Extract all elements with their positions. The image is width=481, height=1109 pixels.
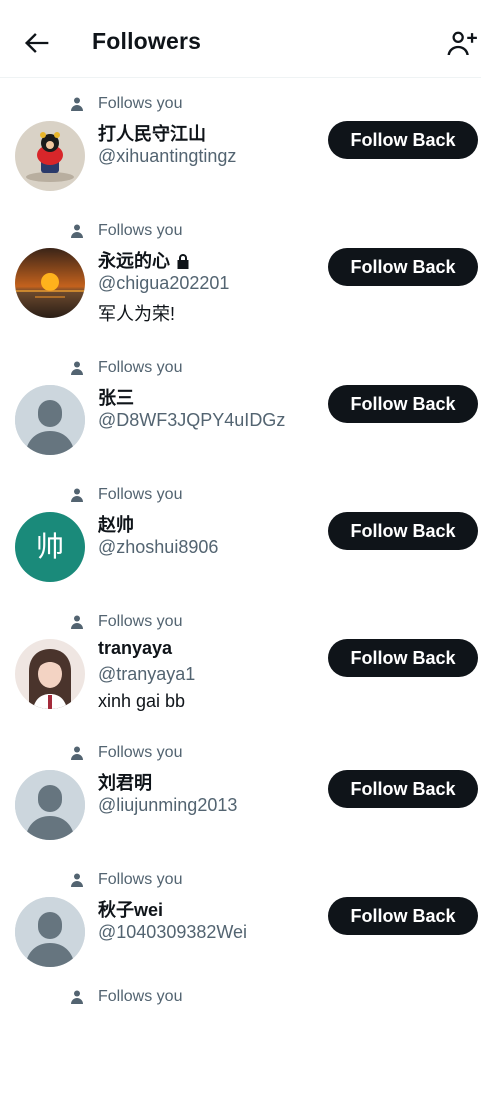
follows-you-label: Follows you	[98, 988, 183, 1005]
display-name[interactable]: 赵帅	[98, 511, 134, 537]
back-arrow-icon[interactable]	[20, 26, 54, 60]
handle: @zhoshui8906	[98, 537, 219, 557]
default-avatar[interactable]	[15, 897, 85, 967]
avatar[interactable]	[15, 639, 85, 709]
follow-back-button[interactable]: Follow Back	[328, 639, 478, 677]
handle: @liujunming2013	[98, 795, 238, 815]
followers-list: Follows you 打人民守江山 @xihuantingtingz Foll…	[0, 79, 481, 1109]
display-name[interactable]: 秋子wei	[98, 896, 163, 922]
follow-back-button[interactable]: Follow Back	[328, 512, 478, 550]
display-name[interactable]: tranyaya	[98, 638, 172, 659]
person-icon	[71, 224, 83, 238]
handle: @tranyaya1	[98, 664, 196, 684]
person-icon	[71, 746, 83, 760]
avatar[interactable]	[15, 121, 85, 191]
follower-row[interactable]: Follows you 刘君明 @liujunming2013 Follow B…	[0, 728, 481, 855]
handle: @1040309382Wei	[98, 922, 248, 942]
follows-you-label: Follows you	[98, 486, 183, 503]
follower-row[interactable]: Follows you 永远的心 @chigua202201 军人为荣! Fol…	[0, 206, 481, 343]
follower-row[interactable]: Follows you 秋子wei @1040309382Wei Follow …	[0, 855, 481, 982]
person-icon	[71, 361, 83, 375]
add-user-icon[interactable]	[444, 26, 478, 60]
follows-you-label: Follows you	[98, 613, 183, 630]
person-icon	[71, 488, 83, 502]
person-icon	[71, 873, 83, 887]
display-name[interactable]: 张三	[98, 384, 134, 410]
follows-you-label: Follows you	[98, 95, 183, 112]
handle: @D8WF3JQPY4uIDGz	[98, 410, 286, 430]
display-name[interactable]: 刘君明	[98, 769, 152, 795]
page-title: Followers	[92, 28, 202, 54]
handle: @xihuantingtingz	[98, 146, 237, 166]
follower-row[interactable]: Follows you tranyaya @tranyaya1 xinh gai…	[0, 597, 481, 728]
follow-back-button[interactable]: Follow Back	[328, 385, 478, 423]
display-name[interactable]: 打人民守江山	[98, 120, 206, 146]
follow-back-button[interactable]: Follow Back	[328, 897, 478, 935]
follows-you-label: Follows you	[98, 744, 183, 761]
avatar[interactable]	[15, 248, 85, 318]
follow-back-button[interactable]: Follow Back	[328, 121, 478, 159]
avatar-letter: 帅	[35, 531, 64, 562]
top-bar: Followers	[0, 0, 481, 78]
follower-row[interactable]: Follows you 打人民守江山 @xihuantingtingz Foll…	[0, 79, 481, 206]
follower-row[interactable]: Follows you 张三 @D8WF3JQPY4uIDGz Follow B…	[0, 343, 481, 470]
follows-you-label: Follows you	[98, 359, 183, 376]
person-icon	[71, 615, 83, 629]
lock-icon	[177, 254, 189, 269]
follow-back-button[interactable]: Follow Back	[328, 248, 478, 286]
avatar[interactable]: 帅	[15, 512, 85, 582]
default-avatar[interactable]	[15, 770, 85, 840]
follower-row[interactable]: Follows you 帅 赵帅 @zhoshui8906 Follow Bac…	[0, 470, 481, 597]
follow-back-button[interactable]: Follow Back	[328, 770, 478, 808]
default-avatar[interactable]	[15, 385, 85, 455]
bio: xinh gai bb	[98, 691, 186, 711]
follower-row[interactable]: Follows you	[0, 982, 481, 1109]
follows-you-label: Follows you	[98, 871, 183, 888]
display-name[interactable]: 永远的心	[98, 247, 190, 273]
person-icon	[71, 990, 83, 1004]
follows-you-label: Follows you	[98, 222, 183, 239]
bio: 军人为荣!	[98, 304, 176, 324]
person-icon	[71, 97, 83, 111]
handle: @chigua202201	[98, 273, 230, 293]
